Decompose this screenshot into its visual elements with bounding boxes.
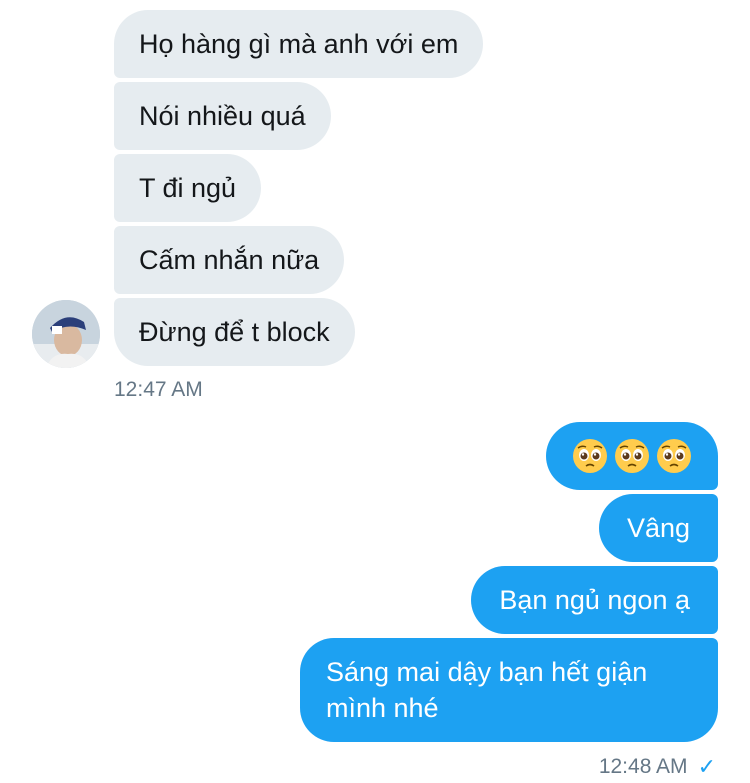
incoming-message[interactable]: Nói nhiều quá <box>114 82 331 150</box>
read-check-icon: ✓ <box>697 754 716 779</box>
outgoing-timestamp-row: 12:48 AM ✓ <box>599 754 716 780</box>
incoming-timestamp: 12:47 AM <box>114 378 203 401</box>
incoming-message[interactable]: Đừng để t block <box>114 298 355 366</box>
message-text: Sáng mai dậy bạn hết giận mình nhé <box>326 657 648 723</box>
message-text: Đừng để t block <box>139 317 330 347</box>
outgoing-timestamp: 12:48 AM <box>598 755 688 778</box>
message-text: Vâng <box>626 513 690 543</box>
incoming-message[interactable]: T đi ngủ <box>114 154 262 222</box>
outgoing-message[interactable]: Sáng mai dậy bạn hết giận mình nhé <box>300 638 718 742</box>
pleading-face-icon <box>657 439 691 473</box>
outgoing-message[interactable]: Bạn ngủ ngon ạ <box>471 566 718 634</box>
message-text: Họ hàng gì mà anh với em <box>139 29 459 59</box>
message-text: Bạn ngủ ngon ạ <box>499 585 690 615</box>
message-thread: Họ hàng gì mà anh với em Nói nhiều quá T… <box>0 0 750 783</box>
message-text: Nói nhiều quá <box>139 101 306 131</box>
incoming-message[interactable]: Cấm nhắn nữa <box>114 226 345 294</box>
outgoing-message[interactable] <box>546 422 718 490</box>
sender-avatar[interactable] <box>32 300 100 368</box>
pleading-face-icon <box>573 439 607 473</box>
emoji-row <box>572 438 692 474</box>
message-text: T đi ngủ <box>139 173 237 203</box>
incoming-message[interactable]: Họ hàng gì mà anh với em <box>114 10 484 78</box>
pleading-face-icon <box>615 439 649 473</box>
outgoing-message[interactable]: Vâng <box>598 494 718 562</box>
message-text: Cấm nhắn nữa <box>139 245 320 275</box>
avatar-image <box>32 300 100 368</box>
